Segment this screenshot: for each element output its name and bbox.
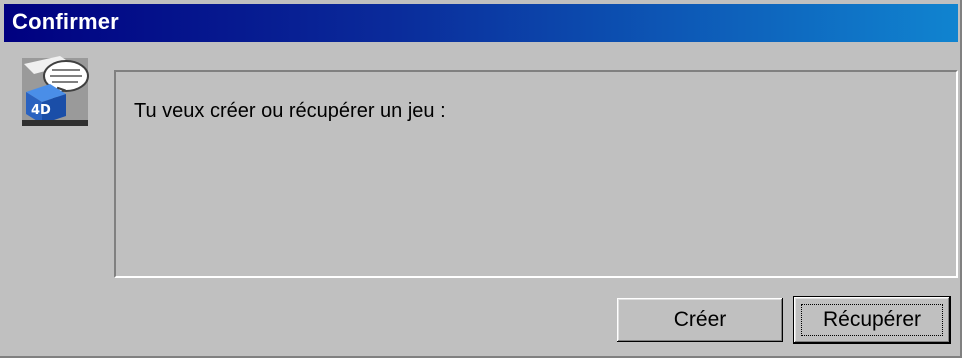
window-title: Confirmer xyxy=(12,9,119,34)
title-bar[interactable]: Confirmer xyxy=(4,4,958,42)
4d-database-dialog-icon: 4D xyxy=(20,54,92,128)
create-button-label: Créer xyxy=(673,308,727,331)
recover-button-label: Récupérer xyxy=(822,308,922,331)
confirm-dialog: Confirmer 4D Tu veux créer ou récupérer … xyxy=(0,0,962,358)
recover-button[interactable]: Récupérer xyxy=(794,297,950,343)
create-button[interactable]: Créer xyxy=(617,298,783,342)
message-panel: Tu veux créer ou récupérer un jeu : xyxy=(114,70,958,278)
svg-text:4D: 4D xyxy=(31,103,51,118)
message-text: Tu veux créer ou récupérer un jeu : xyxy=(134,100,446,122)
